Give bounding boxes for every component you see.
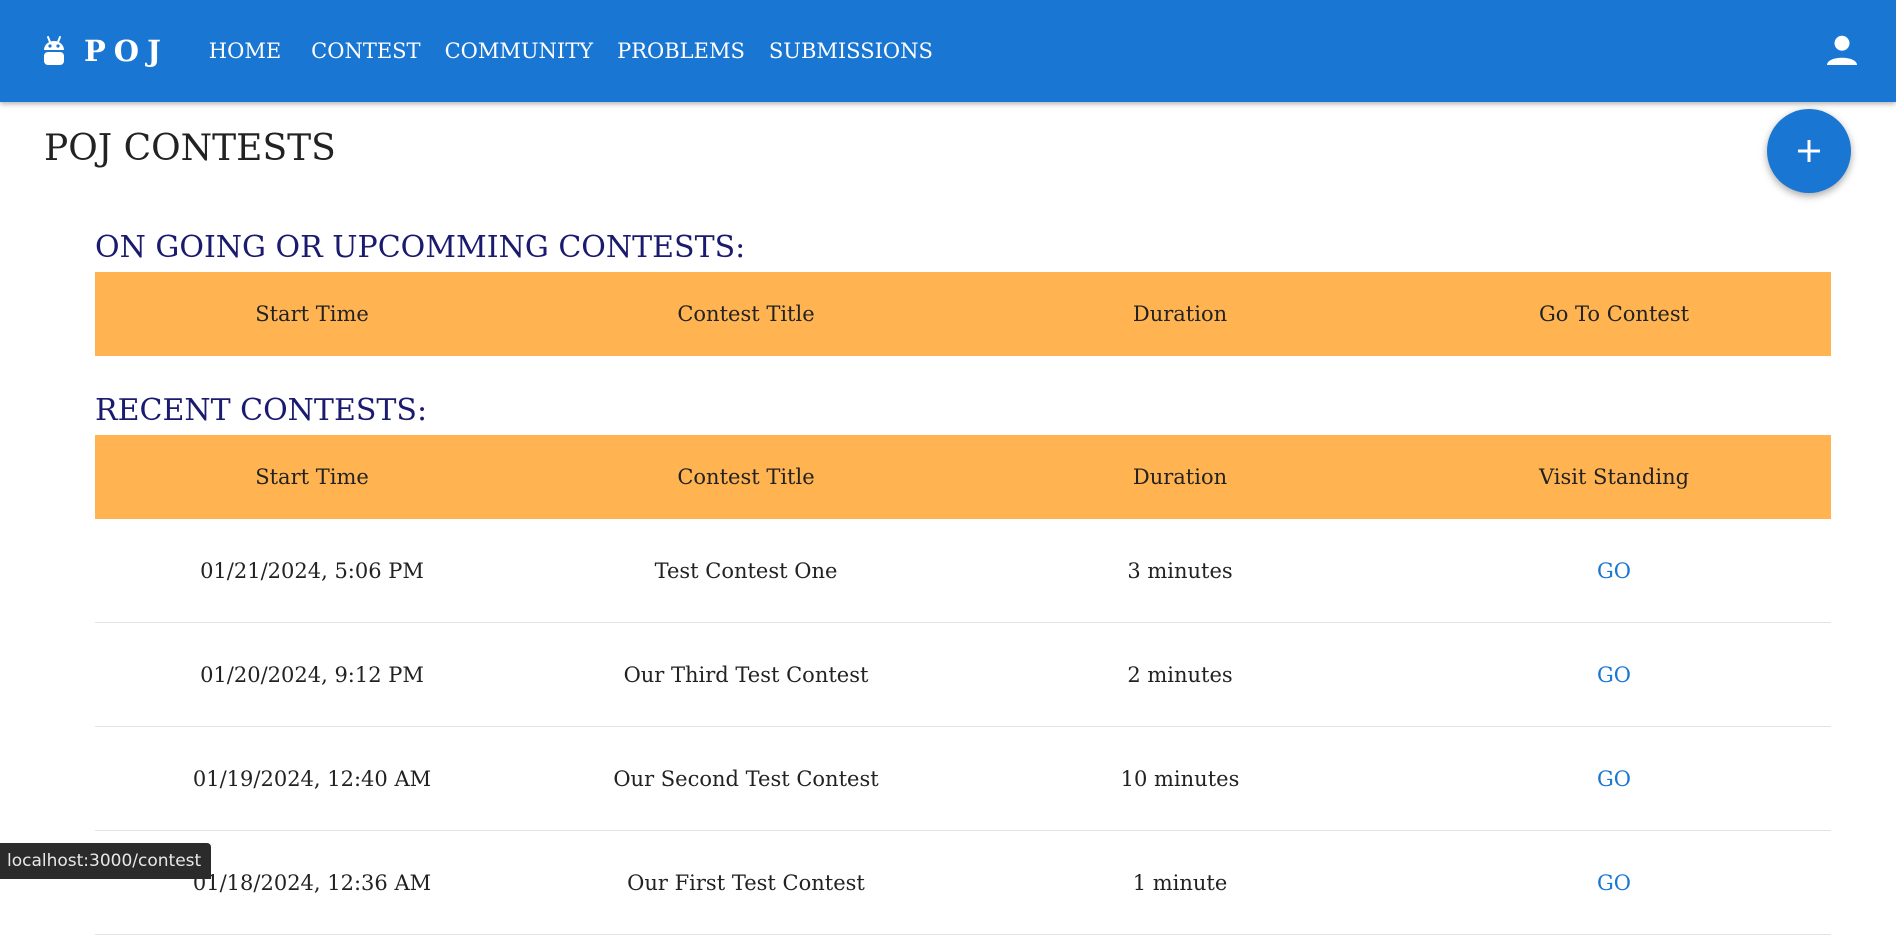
page-title: POJ CONTESTS [44, 128, 336, 169]
main-nav: HOME CONTEST COMMUNITY PROBLEMS SUBMISSI… [209, 39, 957, 63]
duration-cell: 1 minute [1132, 870, 1228, 895]
app-bar: POJ HOME CONTEST COMMUNITY PROBLEMS SUBM… [0, 0, 1896, 102]
start-time-cell: 01/19/2024, 12:40 AM [192, 766, 432, 791]
table-row: 01/19/2024, 12:40 AM Our Second Test Con… [95, 727, 1831, 831]
go-standing-link[interactable]: GO [1597, 663, 1631, 687]
column-header: Contest Title [677, 302, 815, 326]
add-contest-button[interactable] [1767, 109, 1851, 193]
upcoming-contests-heading: ON GOING OR UPCOMMING CONTESTS: [95, 230, 746, 265]
standing-cell: GO [1397, 559, 1831, 583]
table-row: 01/20/2024, 9:12 PM Our Third Test Conte… [95, 623, 1831, 727]
duration-cell: 10 minutes [1120, 766, 1240, 791]
start-time-cell: 01/21/2024, 5:06 PM [200, 558, 424, 583]
upcoming-contests-table: Start Time Contest Title Duration Go To … [95, 272, 1831, 356]
start-time-cell: 01/20/2024, 9:12 PM [200, 662, 424, 687]
column-header: Go To Contest [1538, 302, 1690, 326]
nav-submissions[interactable]: SUBMISSIONS [769, 39, 933, 63]
nav-home[interactable]: HOME [209, 39, 281, 63]
plus-icon [1798, 140, 1820, 162]
recent-contests-heading: RECENT CONTESTS: [95, 393, 428, 428]
go-standing-link[interactable]: GO [1597, 871, 1631, 895]
nav-contest[interactable]: CONTEST [311, 39, 420, 63]
brand-name: POJ [84, 34, 169, 68]
recent-contests-table: Start Time Contest Title Duration Visit … [95, 435, 1831, 935]
table-row: 01/21/2024, 5:06 PM Test Contest One 3 m… [95, 519, 1831, 623]
table-header: Start Time Contest Title Duration Visit … [95, 435, 1831, 519]
link-preview-status-bar: localhost:3000/contest [0, 843, 212, 879]
nav-community[interactable]: COMMUNITY [445, 39, 594, 63]
logo[interactable]: POJ [42, 34, 169, 68]
contest-title-cell: Test Contest One [654, 558, 838, 583]
duration-cell: 3 minutes [1127, 558, 1233, 583]
column-header: Contest Title [677, 465, 815, 489]
standing-cell: GO [1397, 767, 1831, 791]
table-row: 01/18/2024, 12:36 AM Our First Test Cont… [95, 831, 1831, 935]
android-logo-icon [44, 36, 64, 65]
column-header: Duration [1132, 302, 1228, 326]
nav-problems[interactable]: PROBLEMS [617, 39, 745, 63]
contest-title-cell: Our First Test Contest [627, 870, 865, 895]
column-header: Start Time [255, 302, 369, 326]
go-standing-link[interactable]: GO [1597, 767, 1631, 791]
table-header: Start Time Contest Title Duration Go To … [95, 272, 1831, 356]
contest-title-cell: Our Third Test Contest [623, 662, 869, 687]
column-header: Start Time [255, 465, 369, 489]
column-header: Visit Standing [1538, 465, 1690, 489]
contest-title-cell: Our Second Test Contest [613, 766, 879, 791]
go-standing-link[interactable]: GO [1597, 559, 1631, 583]
standing-cell: GO [1397, 663, 1831, 687]
account-icon[interactable] [1824, 32, 1860, 68]
duration-cell: 2 minutes [1127, 662, 1233, 687]
standing-cell: GO [1397, 871, 1831, 895]
column-header: Duration [1132, 465, 1228, 489]
